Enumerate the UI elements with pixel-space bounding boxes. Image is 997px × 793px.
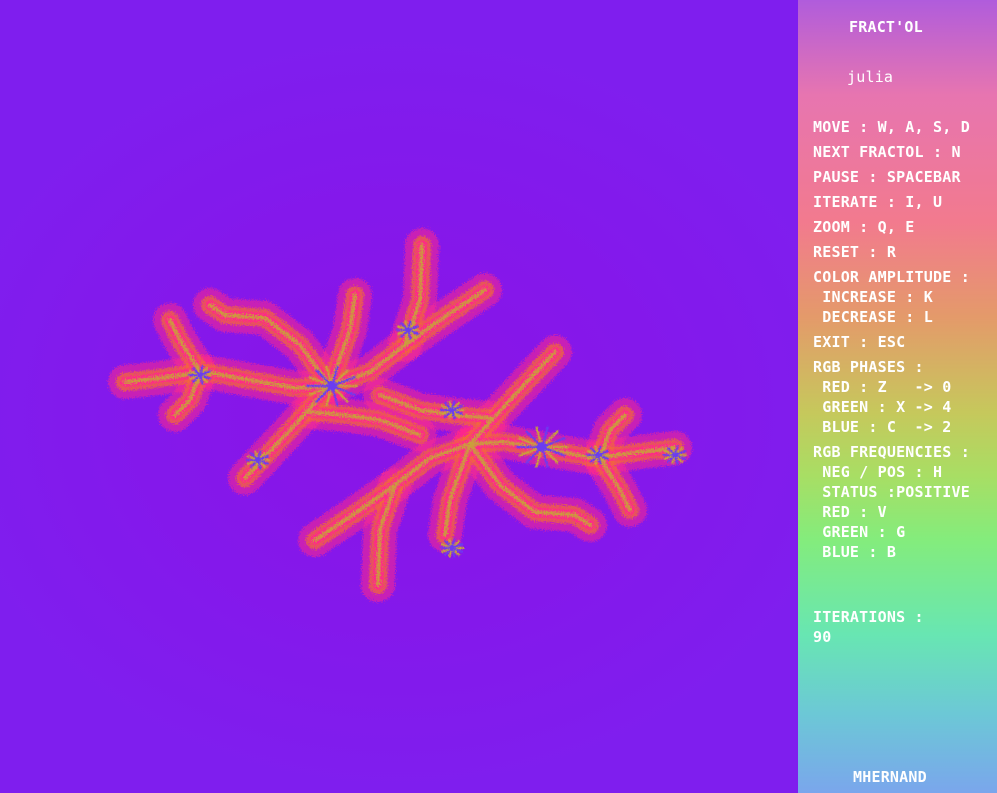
- fractol-window: FRACT'OL julia MOVE : W, A, S, D NEXT FR…: [0, 0, 997, 793]
- control-freq-blue: BLUE : B: [813, 543, 897, 561]
- control-exit: EXIT : ESC: [813, 333, 906, 351]
- fractal-spiral-center: [405, 327, 411, 333]
- julia-set-render: [108, 228, 692, 602]
- control-amplitude-increase: INCREASE : K: [813, 288, 933, 306]
- iterations-label: ITERATIONS :: [813, 608, 924, 626]
- iterations-value: 90: [813, 628, 832, 646]
- control-move: MOVE : W, A, S, D: [813, 118, 970, 136]
- control-phase-green: GREEN : X -> 4: [813, 398, 952, 416]
- control-amplitude-decrease: DECREASE : L: [813, 308, 933, 326]
- control-freq-green: GREEN : G: [813, 523, 906, 541]
- fractal-spiral-center: [672, 452, 678, 458]
- control-status: STATUS :POSITIVE: [813, 483, 970, 501]
- author-credit: MHERNAND: [853, 768, 927, 786]
- fractal-spiral-center: [449, 407, 455, 413]
- control-phase-red: RED : Z -> 0: [813, 378, 952, 396]
- fractal-spiral-center: [595, 452, 601, 458]
- fractal-spiral-center: [537, 442, 547, 452]
- fractal-spiral-center: [327, 381, 337, 391]
- control-zoom: ZOOM : Q, E: [813, 218, 915, 236]
- control-reset: RESET : R: [813, 243, 897, 261]
- fractal-spiral-center: [449, 545, 455, 551]
- fractal-spiral-center: [255, 457, 261, 463]
- control-neg-pos: NEG / POS : H: [813, 463, 943, 481]
- fractal-name: julia: [847, 68, 894, 86]
- control-next-fractol: NEXT FRACTOL : N: [813, 143, 961, 161]
- control-pause: PAUSE : SPACEBAR: [813, 168, 961, 186]
- controls-sidebar: FRACT'OL julia MOVE : W, A, S, D NEXT FR…: [798, 0, 997, 793]
- fractal-canvas[interactable]: [0, 0, 798, 793]
- control-iterate: ITERATE : I, U: [813, 193, 943, 211]
- control-color-amplitude: COLOR AMPLITUDE :: [813, 268, 970, 286]
- control-freq-red: RED : V: [813, 503, 887, 521]
- app-title: FRACT'OL: [849, 18, 923, 36]
- control-rgb-phases: RGB PHASES :: [813, 358, 924, 376]
- fractal-spiral-center: [197, 372, 203, 378]
- control-rgb-frequencies: RGB FREQUENCIES :: [813, 443, 970, 461]
- control-phase-blue: BLUE : C -> 2: [813, 418, 952, 436]
